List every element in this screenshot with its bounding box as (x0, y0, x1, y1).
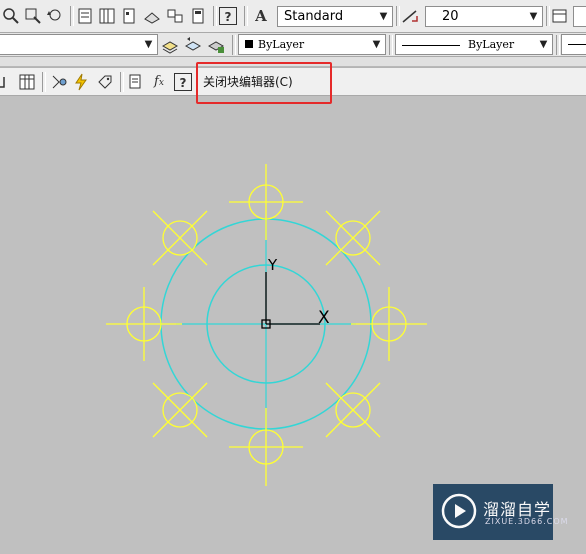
sheet-set-icon[interactable] (143, 7, 161, 25)
properties-icon[interactable] (76, 7, 94, 25)
layer-previous-icon[interactable] (184, 36, 202, 54)
markup-set-icon[interactable] (166, 7, 184, 25)
bolt-hole-right (351, 287, 427, 361)
properties-toolbar: ▼ ByLayer ▼ ByLayer ▼ (0, 33, 586, 57)
lineweight-sample (568, 44, 586, 45)
table-style-icon[interactable] (551, 7, 569, 25)
toolbar-separator (42, 72, 46, 92)
standard-toolbar: ? A Standard ▼ 20 ▼ (0, 0, 586, 33)
color-value: ByLayer (258, 38, 305, 51)
linetype-sample (402, 44, 460, 46)
layer-select[interactable]: ▼ (0, 34, 158, 55)
dim-style-value: 20 (442, 9, 459, 24)
help-icon[interactable]: ? (219, 7, 237, 25)
lineweight-select[interactable] (561, 34, 586, 55)
zoom-window-icon[interactable] (24, 7, 42, 25)
text-style-icon[interactable]: A (252, 7, 270, 25)
help-icon[interactable]: ? (174, 73, 192, 91)
bolt-hole-bottom-right (325, 382, 381, 438)
chevron-down-icon[interactable]: ▼ (526, 8, 541, 25)
dim-style-select[interactable]: 20 ▼ (425, 6, 543, 27)
toolbar-separator (120, 72, 124, 92)
function-fx-icon[interactable]: fx (150, 73, 168, 91)
toolbar-separator (244, 6, 248, 26)
quickcalc-icon[interactable] (189, 7, 207, 25)
layer-states-icon[interactable] (207, 36, 225, 54)
attribute-tag-icon[interactable] (96, 73, 114, 91)
color-swatch (245, 40, 253, 48)
toolbar-separator (232, 35, 236, 55)
ucs-y-label: Y (267, 256, 278, 274)
bolt-hole-top-right (325, 210, 381, 266)
lookup-table-icon[interactable] (18, 73, 36, 91)
block-parameter-icon[interactable] (0, 73, 10, 91)
text-style-select[interactable]: Standard ▼ (277, 6, 393, 27)
bolt-hole-bottom-left (152, 382, 208, 438)
action-icon[interactable] (50, 73, 68, 91)
bolt-hole-bottom (229, 408, 303, 486)
toolbar-separator (389, 35, 393, 55)
watermark-logo: 溜溜自学 ZIXUE.3D66.COM (433, 484, 568, 540)
watermark-subtitle: ZIXUE.3D66.COM (485, 517, 569, 526)
bolt-hole-left (106, 287, 182, 361)
toolbar-separator (556, 35, 560, 55)
dimension-style-icon[interactable] (401, 7, 419, 25)
ucs-x-label: X (318, 308, 330, 328)
bolt-hole-top-left (152, 210, 208, 266)
toolbar-separator (213, 6, 217, 26)
chevron-down-icon[interactable]: ▼ (536, 36, 551, 53)
linetype-value: ByLayer (468, 38, 515, 51)
toolbar-separator (70, 6, 74, 26)
zoom-previous-icon[interactable] (46, 7, 64, 25)
toolbar-separator (546, 6, 550, 26)
linetype-select[interactable]: ByLayer ▼ (395, 34, 553, 55)
tool-palettes-icon[interactable] (120, 7, 138, 25)
chevron-down-icon[interactable]: ▼ (141, 36, 156, 53)
design-center-icon[interactable] (98, 7, 116, 25)
define-attribute-icon[interactable] (127, 73, 145, 91)
ucs-icon: Y X (261, 256, 330, 329)
chevron-down-icon[interactable]: ▼ (376, 8, 391, 25)
toolbar-separator (396, 6, 400, 26)
color-select[interactable]: ByLayer ▼ (238, 34, 386, 55)
text-style-value: Standard (284, 9, 344, 24)
bolt-hole-top (229, 164, 303, 240)
zoom-realtime-icon[interactable] (2, 7, 20, 25)
lightning-icon[interactable] (72, 73, 90, 91)
play-logo-icon (441, 493, 477, 529)
table-style-select[interactable] (573, 6, 586, 27)
layer-properties-icon[interactable] (161, 36, 179, 54)
chevron-down-icon[interactable]: ▼ (369, 36, 384, 53)
